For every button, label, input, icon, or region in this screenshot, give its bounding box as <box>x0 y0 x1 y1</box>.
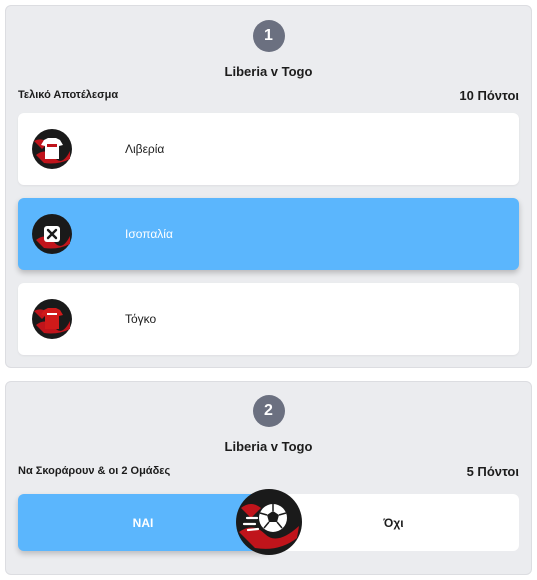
soccer-ball-icon <box>236 489 302 555</box>
question-card-2: 2 Liberia v Togo Να Σκοράρουν & οι 2 Ομά… <box>5 381 532 575</box>
yes-no-toggle: ΝΑΙ Όχι <box>18 489 519 555</box>
question-number-badge: 1 <box>252 20 285 52</box>
market-label: Να Σκοράρουν & οι 2 Ομάδες <box>18 465 171 477</box>
question-card-1: 1 Liberia v Togo Τελικό Αποτέλεσμα 10 Πό… <box>5 5 532 368</box>
option-togo[interactable]: Τόγκο <box>18 283 519 355</box>
match-title: Liberia v Togo <box>224 64 313 79</box>
liberia-shirt-icon <box>32 129 72 169</box>
option-label: Τόγκο <box>125 312 157 326</box>
points-label: 5 Πόντοι <box>466 464 519 479</box>
option-label: Ισοπαλία <box>125 227 173 241</box>
yes-button[interactable]: ΝΑΙ <box>18 494 268 551</box>
option-draw[interactable]: Ισοπαλία <box>18 198 519 270</box>
togo-shirt-icon <box>32 299 72 339</box>
match-title: Liberia v Togo <box>224 439 313 454</box>
draw-x-icon <box>32 214 72 254</box>
market-label: Τελικό Αποτέλεσμα <box>18 89 119 101</box>
no-button[interactable]: Όχι <box>268 494 519 551</box>
option-label: Λιβερία <box>125 142 165 156</box>
question-number-badge: 2 <box>252 395 285 427</box>
option-liberia[interactable]: Λιβερία <box>18 113 519 185</box>
points-label: 10 Πόντοι <box>459 88 519 103</box>
